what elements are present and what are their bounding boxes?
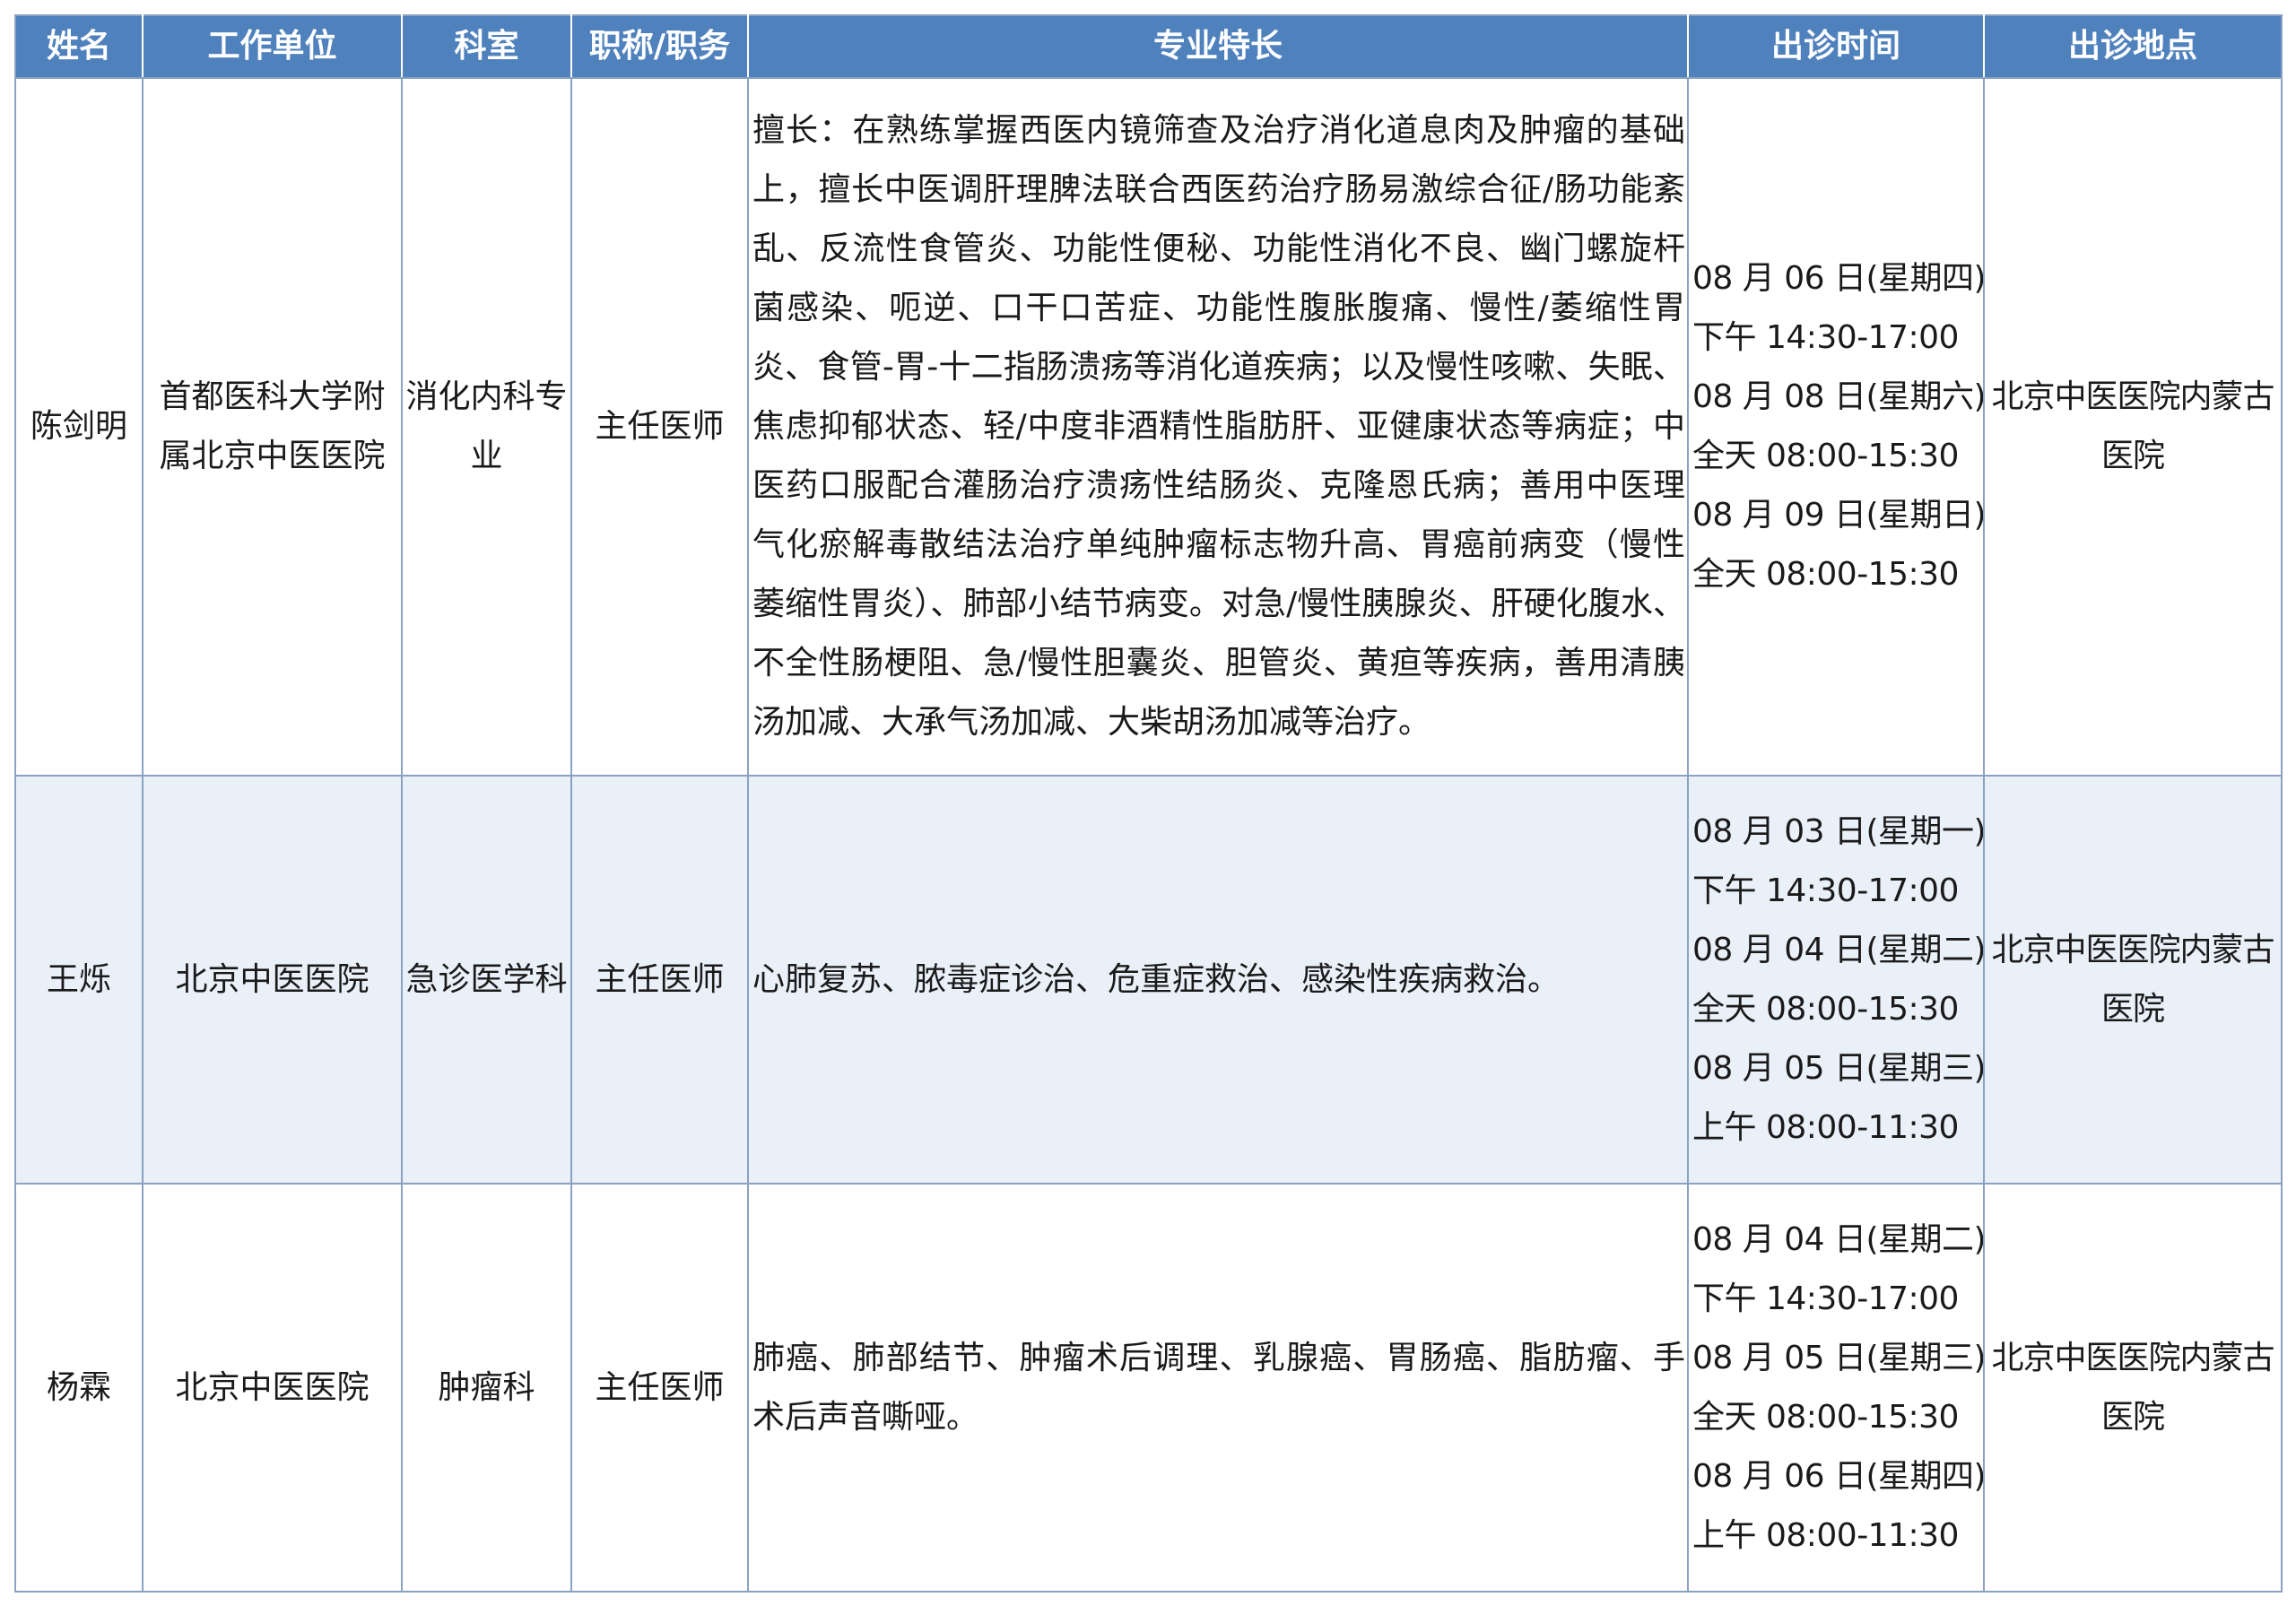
job-title: 主任医师 xyxy=(570,1183,749,1593)
table-row: 陈剑明 首都医科大学附属北京中医医院 消化内科专业 主任医师 擅长：在熟练掌握西… xyxy=(14,77,2283,777)
header-specialty: 专业特长 xyxy=(747,14,1689,79)
schedule-line: 下午 14:30-17:00 xyxy=(1692,872,1959,909)
schedule-line: 全天 08:00-15:30 xyxy=(1692,1398,1959,1436)
doctor-name: 王烁 xyxy=(14,775,144,1185)
schedule-line: 08 月 04 日(星期二) xyxy=(1692,931,1984,968)
header-unit: 工作单位 xyxy=(142,14,403,79)
schedule-line: 上午 08:00-11:30 xyxy=(1692,1516,1959,1554)
table-row: 王烁 北京中医医院 急诊医学科 主任医师 心肺复苏、脓毒症诊治、危重症救治、感染… xyxy=(14,775,2283,1185)
schedule-line: 下午 14:30-17:00 xyxy=(1692,319,1959,356)
schedule: 08 月 06 日(星期四) 下午 14:30-17:00 08 月 08 日(… xyxy=(1687,77,1985,777)
header-schedule: 出诊时间 xyxy=(1687,14,1985,79)
schedule-line: 08 月 03 日(星期一) xyxy=(1692,812,1984,850)
header-name: 姓名 xyxy=(14,14,144,79)
schedule-line: 下午 14:30-17:00 xyxy=(1692,1280,1959,1317)
schedule-line: 全天 08:00-15:30 xyxy=(1692,438,1959,474)
schedule-line: 全天 08:00-15:30 xyxy=(1692,556,1959,593)
specialty: 擅长：在熟练掌握西医内镜筛查及治疗消化道息肉及肿瘤的基础上，擅长中医调肝理脾法联… xyxy=(747,77,1689,777)
schedule-line: 08 月 05 日(星期三) xyxy=(1692,1049,1984,1087)
schedule-line: 08 月 06 日(星期四) xyxy=(1692,1457,1984,1495)
clinic-location: 北京中医医院内蒙古医院 xyxy=(1983,775,2283,1185)
schedule: 08 月 03 日(星期一) 下午 14:30-17:00 08 月 04 日(… xyxy=(1687,775,1985,1185)
header-row: 姓名 工作单位 科室 职称/职务 专业特长 出诊时间 出诊地点 xyxy=(14,14,2283,79)
specialty: 心肺复苏、脓毒症诊治、危重症救治、感染性疾病救治。 xyxy=(747,775,1689,1185)
work-unit: 北京中医医院 xyxy=(142,1183,403,1593)
doctor-name: 杨霖 xyxy=(14,1183,144,1593)
job-title: 主任医师 xyxy=(570,775,749,1185)
schedule-line: 08 月 09 日(星期日) xyxy=(1692,497,1984,534)
department: 急诊医学科 xyxy=(401,775,572,1185)
table-row: 杨霖 北京中医医院 肿瘤科 主任医师 肺癌、肺部结节、肿瘤术后调理、乳腺癌、胃肠… xyxy=(14,1183,2283,1593)
schedule-line: 08 月 05 日(星期三) xyxy=(1692,1339,1984,1376)
clinic-location: 北京中医医院内蒙古医院 xyxy=(1983,1183,2283,1593)
header-location: 出诊地点 xyxy=(1983,14,2283,79)
work-unit: 北京中医医院 xyxy=(142,775,403,1185)
job-title: 主任医师 xyxy=(570,77,749,777)
doctor-name: 陈剑明 xyxy=(14,77,144,777)
schedule-line: 08 月 08 日(星期六) xyxy=(1692,378,1984,415)
department: 肿瘤科 xyxy=(401,1183,572,1593)
doctor-schedule-table: 姓名 工作单位 科室 职称/职务 专业特长 出诊时间 出诊地点 陈剑明 首都医科… xyxy=(14,14,2283,1593)
header-title: 职称/职务 xyxy=(570,14,749,79)
specialty: 肺癌、肺部结节、肿瘤术后调理、乳腺癌、胃肠癌、脂肪瘤、手术后声音嘶哑。 xyxy=(747,1183,1689,1593)
schedule-line: 08 月 06 日(星期四) xyxy=(1692,260,1984,297)
schedule: 08 月 04 日(星期二) 下午 14:30-17:00 08 月 05 日(… xyxy=(1687,1183,1985,1593)
clinic-location: 北京中医医院内蒙古医院 xyxy=(1983,77,2283,777)
header-department: 科室 xyxy=(401,14,572,79)
schedule-line: 全天 08:00-15:30 xyxy=(1692,990,1959,1028)
schedule-line: 上午 08:00-11:30 xyxy=(1692,1108,1959,1146)
department: 消化内科专业 xyxy=(401,77,572,777)
work-unit: 首都医科大学附属北京中医医院 xyxy=(142,77,403,777)
schedule-line: 08 月 04 日(星期二) xyxy=(1692,1220,1984,1258)
